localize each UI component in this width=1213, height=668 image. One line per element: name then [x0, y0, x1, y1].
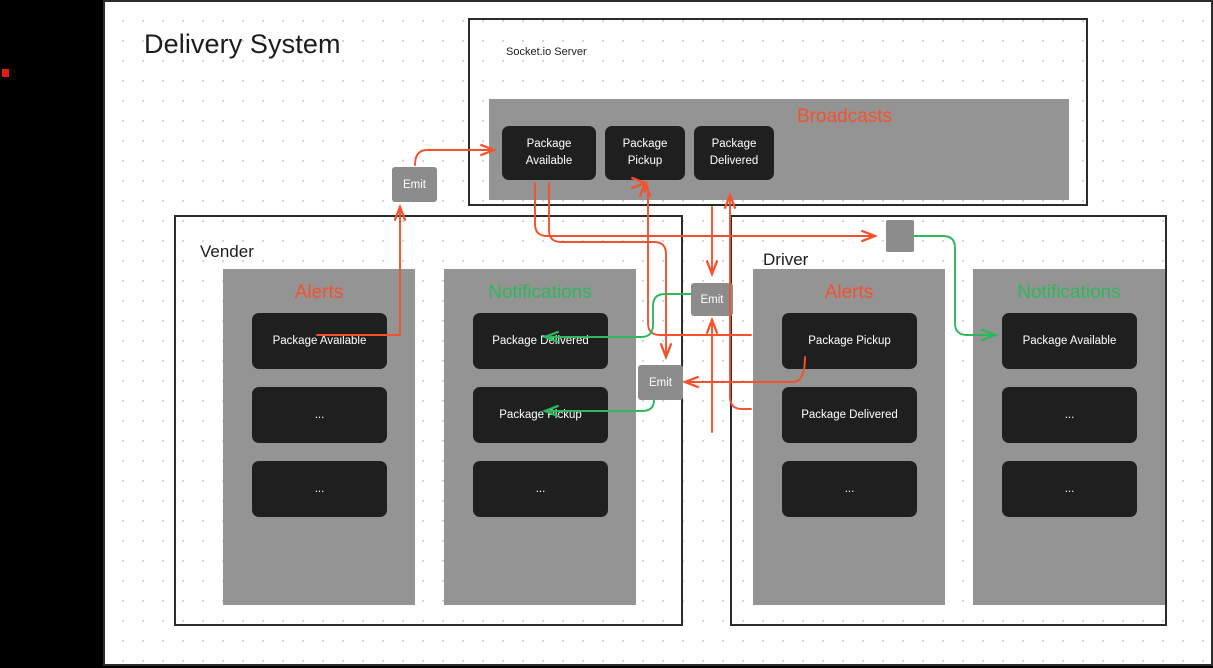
red-marker-icon — [2, 69, 9, 77]
driver-alerts-panel: Alerts Package Pickup Package Delivered … — [753, 269, 945, 605]
vender-alerts-title: Alerts — [294, 282, 344, 303]
driver-alert-item-2[interactable]: Package Delivered — [782, 387, 917, 443]
broadcasts-title: Broadcasts — [797, 106, 893, 127]
driver-alerts-title: Alerts — [824, 282, 874, 303]
vender-notifications-panel: Notifications Package Delivered Package … — [444, 269, 636, 605]
driver-group[interactable]: Driver Alerts Package Pickup Package Del… — [730, 215, 1167, 626]
socketio-server-label: Socket.io Server — [506, 46, 587, 58]
vender-alert-emit-chip[interactable]: Emit — [392, 167, 437, 202]
event-line-2: Pickup — [627, 155, 663, 167]
diagram-canvas[interactable]: Delivery System Socket.io Server Broadca… — [103, 0, 1213, 666]
driver-notification-item-1[interactable]: Package Available — [1002, 313, 1137, 369]
vender-notification-item-3[interactable]: ... — [473, 461, 608, 517]
event-line-1: Package — [526, 138, 572, 151]
vender-notify-emit-chip[interactable]: Emit — [638, 365, 683, 400]
event-line-2: Delivered — [709, 155, 759, 167]
driver-notification-item-3[interactable]: ... — [1002, 461, 1137, 517]
event-line-2: Available — [525, 155, 573, 167]
vender-alert-item-1[interactable]: Package Available — [252, 313, 387, 369]
driver-label: Driver — [763, 250, 809, 269]
vender-alert-item-2[interactable]: ... — [252, 387, 387, 443]
broadcast-event-package-available[interactable]: Package Available — [502, 126, 596, 180]
vender-notification-item-2[interactable]: Package Pickup — [473, 387, 608, 443]
socketio-server-group[interactable]: Socket.io Server Broadcasts Package Avai… — [468, 18, 1088, 206]
broadcasts-panel: Broadcasts Package Available Package Pic… — [489, 99, 1069, 200]
event-line-1: Package — [711, 138, 757, 151]
diagram-root: Delivery System Socket.io Server Broadca… — [0, 0, 1213, 666]
broadcast-event-package-pickup[interactable]: Package Pickup — [605, 126, 685, 180]
vender-group[interactable]: Vender Alerts Package Available ... ... … — [174, 215, 683, 626]
vender-alerts-panel: Alerts Package Available ... ... — [223, 269, 415, 605]
page-title: Delivery System — [144, 29, 341, 59]
vender-alert-item-3[interactable]: ... — [252, 461, 387, 517]
driver-inbound-chip[interactable] — [886, 220, 914, 252]
driver-notifications-panel: Notifications Package Available ... ... — [973, 269, 1165, 605]
vender-label: Vender — [200, 242, 254, 261]
event-line-1: Package — [622, 138, 668, 151]
driver-alert-item-3[interactable]: ... — [782, 461, 917, 517]
driver-notifications-title: Notifications — [1017, 282, 1121, 303]
vender-notification-item-1[interactable]: Package Delivered — [473, 313, 608, 369]
vender-notifications-title: Notifications — [488, 282, 592, 303]
broadcast-event-package-delivered[interactable]: Package Delivered — [694, 126, 774, 180]
driver-notify-emit-chip[interactable]: Emit — [691, 283, 733, 316]
driver-alert-item-1[interactable]: Package Pickup — [782, 313, 917, 369]
left-black-rail — [0, 0, 102, 666]
driver-notification-item-2[interactable]: ... — [1002, 387, 1137, 443]
